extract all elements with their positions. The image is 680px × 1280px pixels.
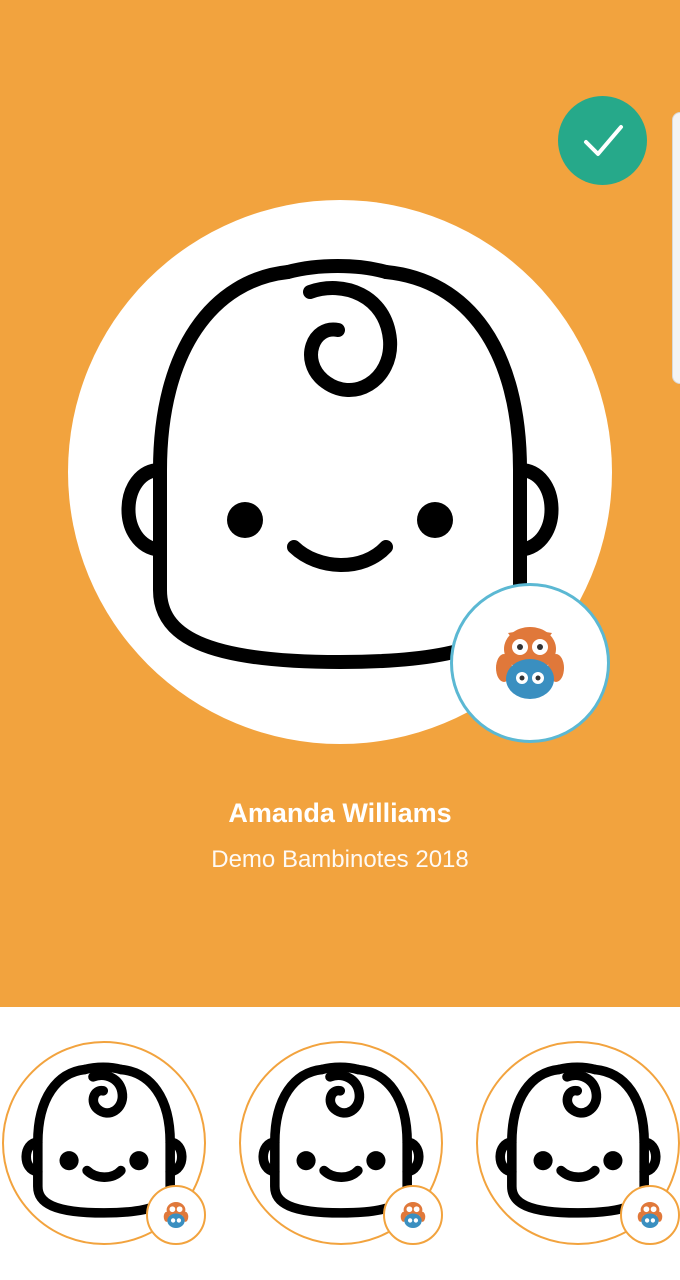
profile-thumbnail[interactable] (239, 1041, 443, 1245)
owl-logo-icon (400, 1202, 426, 1228)
profile-thumbnail[interactable] (476, 1041, 680, 1245)
profile-header: Amanda Williams Demo Bambinotes 2018 (0, 0, 680, 1007)
edge-panel-handle[interactable] (672, 112, 680, 384)
profile-thumbnail[interactable] (2, 1041, 206, 1245)
confirm-button[interactable] (558, 96, 647, 185)
owl-logo-icon (163, 1202, 189, 1228)
owl-badge (146, 1185, 206, 1245)
profile-name: Amanda Williams (228, 798, 452, 828)
profile-list (0, 1007, 680, 1280)
owl-badge (383, 1185, 443, 1245)
owl-logo-icon (496, 627, 564, 699)
owl-logo-icon (637, 1202, 663, 1228)
owl-badge (450, 583, 610, 743)
checkmark-icon (583, 124, 623, 156)
profile-subtitle: Demo Bambinotes 2018 (211, 846, 469, 873)
owl-badge (620, 1185, 680, 1245)
